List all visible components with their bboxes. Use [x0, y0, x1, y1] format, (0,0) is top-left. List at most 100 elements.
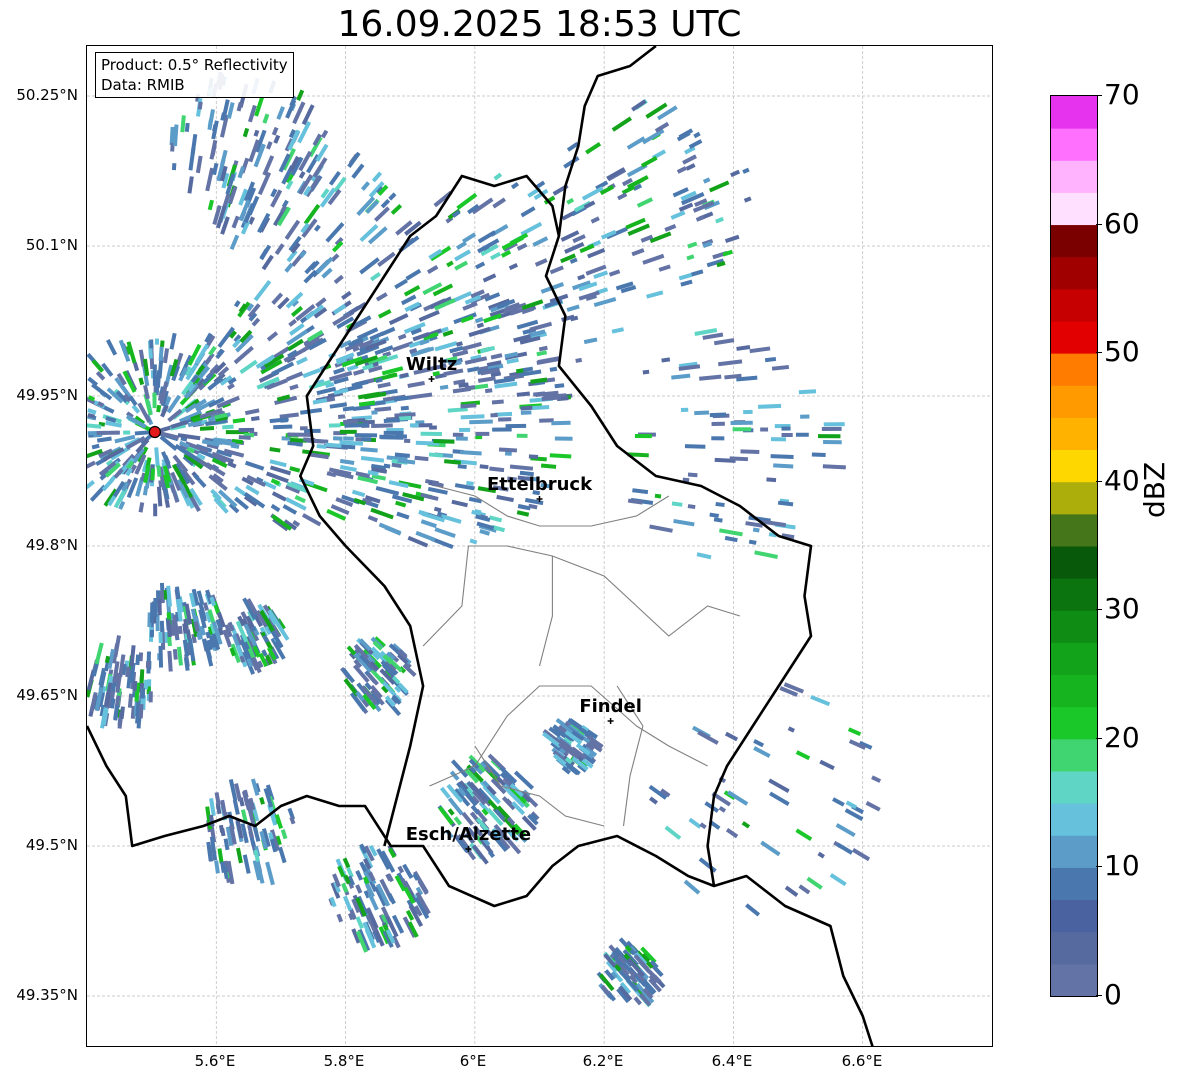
echo-pixel	[631, 99, 647, 112]
echo-pixel	[250, 416, 260, 422]
echo-pixel	[148, 691, 153, 703]
colorbar-segment	[1051, 867, 1097, 901]
colorbar-tick-label: 50	[1104, 335, 1140, 368]
echo-pixel	[388, 192, 397, 201]
colorbar-segment	[1051, 353, 1097, 386]
echo-pixel	[313, 224, 321, 232]
echo-pixel	[159, 620, 165, 634]
colorbar-label: dBZ	[1138, 461, 1171, 518]
echo-pixel	[795, 750, 811, 761]
echo-pixel	[617, 192, 628, 201]
echo-pixel	[822, 464, 846, 470]
echo-pixel	[649, 231, 672, 244]
echo-pixel	[388, 480, 409, 489]
echo-pixel	[135, 654, 141, 666]
echo-pixel	[296, 442, 303, 447]
echo-pixel	[800, 414, 810, 419]
echo-pixel	[454, 249, 472, 262]
colorbar-tickmark	[1096, 95, 1102, 96]
echo-pixel	[490, 413, 498, 418]
echo-pixel	[671, 501, 683, 507]
echo-pixel	[528, 454, 539, 459]
echo-pixel	[551, 420, 571, 426]
echo-pixel	[817, 851, 825, 859]
echo-pixel	[91, 443, 100, 450]
echo-pixel	[95, 370, 106, 381]
echo-pixel	[265, 861, 275, 886]
echo-pixel	[649, 524, 673, 533]
echo-pixel	[195, 155, 203, 174]
echo-pixel	[152, 392, 157, 409]
map-canvas: Wiltz Ettelbruck Findel Esch/Alzette	[87, 46, 992, 1046]
lon-tick-label: 6.2°E	[582, 1052, 624, 1070]
echo-pixel	[232, 417, 246, 424]
echo-pixel	[273, 134, 281, 144]
echo-pixel	[549, 265, 564, 275]
colorbar-segment	[1051, 963, 1097, 996]
colorbar-segment	[1051, 578, 1097, 611]
echo-pixel	[847, 727, 862, 737]
echo-pixel	[760, 840, 781, 857]
echo-pixel	[154, 447, 160, 468]
echo-pixel	[661, 357, 671, 363]
echo-pixel	[699, 374, 722, 381]
echo-pixel	[505, 423, 527, 429]
echo-pixel	[508, 263, 519, 271]
echo-pixel	[490, 353, 503, 360]
colorbar-segment	[1051, 96, 1097, 129]
colorbar-segment	[1051, 610, 1097, 643]
echo-pixel	[296, 89, 305, 101]
echo-pixel	[498, 417, 512, 422]
echo-pixel	[646, 290, 664, 299]
colorbar-segment	[1051, 288, 1097, 322]
echo-pixel	[371, 171, 383, 183]
echo-pixel	[383, 418, 400, 424]
product-info-box: Product: 0.5° Reflectivity Data: RMIB	[95, 52, 294, 98]
echo-pixel	[101, 478, 115, 492]
colorbar-tick-label: 60	[1104, 207, 1140, 240]
echo-pixel	[162, 348, 170, 364]
echo-pixel	[347, 151, 361, 168]
echo-pixel	[806, 876, 823, 890]
city-marker	[428, 376, 435, 382]
echo-pixel	[532, 236, 549, 247]
echo-pixel	[554, 436, 573, 441]
colorbar-tickmark	[1096, 481, 1102, 482]
echo-pixel	[730, 420, 753, 426]
colorbar-segment	[1051, 224, 1097, 258]
echo-pixel	[711, 421, 725, 426]
lat-tick-label: 49.35°N	[16, 986, 78, 1004]
echo-pixel	[132, 362, 140, 372]
colorbar-segment	[1051, 931, 1097, 965]
echo-pixel	[278, 846, 287, 864]
echo-pixel	[717, 359, 743, 367]
echo-pixel	[474, 316, 484, 324]
echo-pixel	[516, 510, 530, 517]
echo-pixel	[418, 309, 440, 322]
echo-pixel	[749, 346, 771, 354]
echo-pixel	[222, 424, 234, 430]
echo-pixel	[649, 796, 659, 805]
echo-pixel	[626, 136, 646, 150]
echo-pixel	[773, 463, 794, 469]
echo-pixel	[754, 550, 778, 559]
echo-pixel	[253, 279, 272, 302]
echo-pixel	[446, 260, 454, 268]
echo-pixel	[632, 488, 649, 495]
radar-site	[148, 425, 161, 439]
echo-pixel	[187, 176, 194, 194]
echo-pixel	[673, 518, 695, 527]
echo-pixel	[457, 464, 467, 470]
echo-pixel	[777, 500, 794, 507]
echo-pixel	[208, 345, 217, 356]
echo-pixel	[87, 460, 96, 471]
echo-pixel	[566, 304, 580, 312]
echo-pixel	[760, 427, 769, 432]
echo-pixel	[96, 436, 112, 443]
echo-pixel	[537, 355, 561, 365]
echo-pixel	[280, 418, 288, 423]
echo-pixel	[455, 341, 463, 347]
echo-pixel	[390, 203, 403, 215]
colorbar-tick-label: 0	[1104, 978, 1122, 1011]
echo-pixel	[724, 234, 740, 244]
